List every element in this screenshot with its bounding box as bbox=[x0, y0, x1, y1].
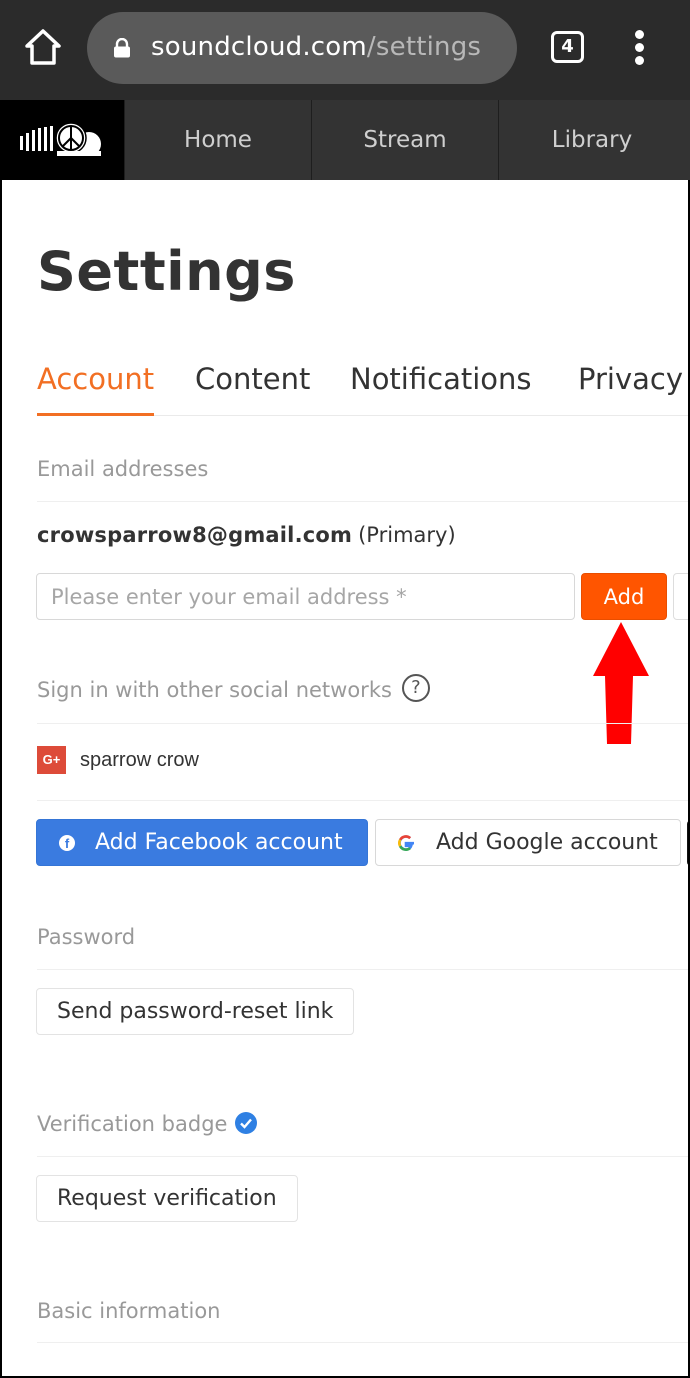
add-facebook-label: Add Facebook account bbox=[95, 830, 343, 855]
settings-tabs: Account Content Notifications Privacy bbox=[37, 362, 688, 416]
primary-tag: (Primary) bbox=[358, 523, 456, 547]
basic-info-section-label: Basic information bbox=[37, 1299, 221, 1323]
divider bbox=[37, 800, 688, 801]
email-input[interactable] bbox=[36, 573, 575, 620]
next-button-partial[interactable] bbox=[687, 820, 688, 866]
divider bbox=[37, 1156, 688, 1157]
browser-toolbar: soundcloud.com/settings 4 bbox=[0, 0, 690, 100]
lock-icon bbox=[114, 38, 130, 58]
address-bar[interactable]: soundcloud.com/settings bbox=[87, 12, 517, 84]
tab-account[interactable]: Account bbox=[37, 362, 155, 416]
divider bbox=[37, 1342, 688, 1343]
request-verification-button[interactable]: Request verification bbox=[36, 1175, 298, 1222]
tab-content[interactable]: Content bbox=[195, 362, 310, 416]
page-title: Settings bbox=[37, 240, 296, 303]
verification-section-label: Verification badge bbox=[37, 1112, 258, 1136]
url-text: soundcloud.com/settings bbox=[151, 32, 481, 62]
verification-section-text: Verification badge bbox=[37, 1112, 228, 1136]
add-google-button[interactable]: Add Google account bbox=[375, 819, 681, 866]
nav-library[interactable]: Library bbox=[498, 100, 685, 180]
social-section-label: Sign in with other social networks? bbox=[37, 674, 430, 705]
add-google-label: Add Google account bbox=[436, 830, 658, 855]
url-path: /settings bbox=[366, 32, 482, 62]
add-facebook-button[interactable]: f Add Facebook account bbox=[36, 819, 368, 866]
annotation-arrow-icon bbox=[593, 622, 649, 744]
google-plus-icon: G+ bbox=[37, 746, 66, 774]
tab-privacy[interactable]: Privacy bbox=[578, 362, 683, 416]
nav-home[interactable]: Home bbox=[124, 100, 311, 180]
divider bbox=[37, 723, 688, 724]
tab-switcher-button[interactable]: 4 bbox=[551, 31, 584, 63]
social-section-text: Sign in with other social networks bbox=[37, 678, 392, 702]
nav-stream[interactable]: Stream bbox=[311, 100, 498, 180]
facebook-icon: f bbox=[59, 834, 75, 851]
connected-account-name: sparrow crow bbox=[80, 749, 199, 771]
primary-email-address: crowsparrow8@gmail.com bbox=[37, 523, 353, 547]
divider bbox=[37, 969, 688, 970]
verified-check-icon bbox=[235, 1112, 258, 1134]
email-section-label: Email addresses bbox=[37, 457, 209, 481]
add-email-button[interactable]: Add bbox=[581, 573, 667, 620]
send-password-reset-button[interactable]: Send password-reset link bbox=[36, 988, 355, 1035]
tab-notifications[interactable]: Notifications bbox=[350, 362, 532, 416]
settings-page: Settings Account Content Notifications P… bbox=[2, 180, 688, 1376]
google-icon bbox=[398, 834, 414, 851]
more-vert-icon[interactable] bbox=[632, 30, 646, 66]
primary-email: crowsparrow8@gmail.com (Primary) bbox=[37, 523, 456, 547]
soundcloud-logo[interactable] bbox=[0, 100, 124, 180]
home-icon[interactable] bbox=[22, 26, 64, 68]
help-icon[interactable]: ? bbox=[401, 674, 430, 702]
password-section-label: Password bbox=[37, 925, 136, 949]
site-header: Home Stream Library bbox=[0, 100, 690, 180]
divider bbox=[37, 501, 688, 502]
secondary-button-partial[interactable] bbox=[673, 573, 688, 620]
url-host: soundcloud.com bbox=[151, 32, 367, 62]
peace-cloud-icon bbox=[20, 122, 101, 156]
